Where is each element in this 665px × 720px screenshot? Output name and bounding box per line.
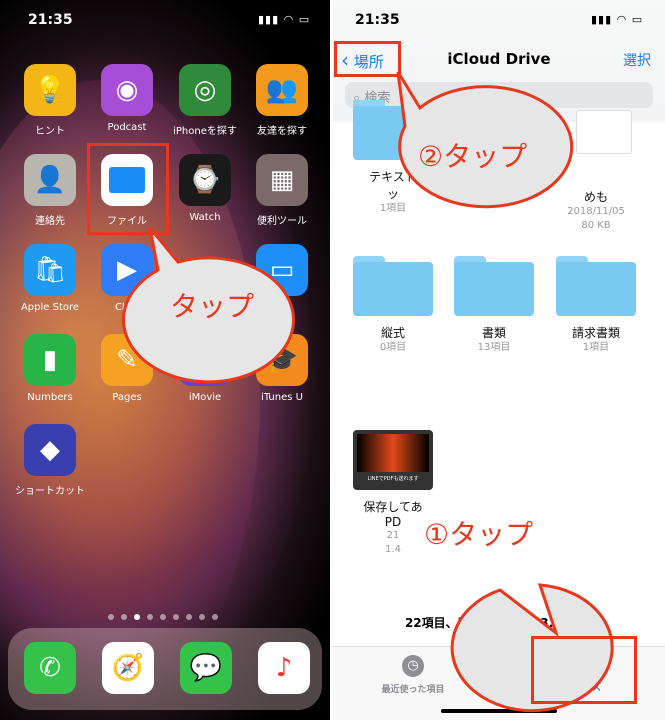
app-contacts[interactable]: 👤 連絡先 <box>15 154 85 227</box>
file-item[interactable]: 縦式 0項目 <box>343 256 443 355</box>
highlight-back-button <box>334 41 401 77</box>
app-chart[interactable]: ▮ Numbers <box>15 334 85 403</box>
file-name: 請求書類 <box>571 326 620 340</box>
files-app: 21:35 ▮▮▮ ◠ ▭ ‹ 場所 iCloud Drive 選択 ⌕ 検索 … <box>333 0 665 720</box>
folder-icon <box>353 256 433 316</box>
file-size: 80 KB <box>581 220 611 231</box>
tab-recents[interactable]: ◷ 最近使った項目 <box>343 655 483 695</box>
file-name-line2: ッ <box>386 187 399 201</box>
app-folder-group[interactable]: ▦ 便利ツール <box>247 154 317 227</box>
pdf-thumbnail: LINEでPDFも送れます <box>353 430 433 490</box>
lightbulb-icon: 💡 <box>24 64 76 116</box>
app-shortcuts[interactable]: ◆ ショートカット <box>15 424 85 497</box>
app-label: ショートカット <box>15 486 85 497</box>
callout-text-bottom: ①タップ <box>424 518 534 551</box>
keynote-icon: ▭ <box>256 244 308 296</box>
folder-group-icon: ▦ <box>256 154 308 206</box>
clock-icon: ◷ <box>402 655 424 677</box>
folder-icon <box>353 100 433 160</box>
friends-icon: 👥 <box>256 64 308 116</box>
camera-icon: ▶ <box>101 244 153 296</box>
app-radar[interactable]: ◎ iPhoneを探す <box>170 64 240 137</box>
app-label: Podcast <box>107 122 147 133</box>
app-label: iMovie <box>188 392 222 403</box>
app-label: iPhoneを探す <box>173 126 237 137</box>
file-name: 書類 <box>481 326 506 340</box>
app-label: Numbers <box>27 392 73 403</box>
music-icon[interactable]: ♪ <box>258 642 310 694</box>
file-meta: 13項目 <box>477 342 511 353</box>
app-label: Pages <box>112 392 142 403</box>
status-icons: ▮▮▮ ◠ ▭ <box>258 13 311 26</box>
tab-label: 最近使った項目 <box>381 685 445 695</box>
highlight-browse-tab <box>531 636 637 704</box>
file-meta: 2018/11/05 <box>567 206 625 217</box>
cap-icon: 🎓 <box>256 334 308 386</box>
podcast-icon: ◉ <box>101 64 153 116</box>
phone-icon[interactable]: ✆ <box>24 642 76 694</box>
app-label: Watch <box>189 212 221 223</box>
app-cap[interactable]: 🎓 iTunes U <box>247 334 317 403</box>
status-icons: ▮▮▮ ◠ ▭ <box>591 13 644 26</box>
pen-icon: ✎ <box>101 334 153 386</box>
app-keynote[interactable]: ▭ <box>247 244 317 302</box>
app-friends[interactable]: 👥 友達を探す <box>247 64 317 137</box>
app-label: Clips <box>114 302 140 313</box>
app-label: Apple Store <box>20 302 80 313</box>
folder-icon <box>556 256 636 316</box>
file-name: めも <box>583 190 608 204</box>
page-indicator[interactable] <box>108 614 218 620</box>
file-item[interactable]: 書類 13項目 <box>444 256 544 355</box>
app-label: 友達を探す <box>257 126 307 137</box>
document-icon <box>556 110 636 180</box>
app-camera[interactable]: ▶ Clips <box>92 244 162 313</box>
app-label: ヒント <box>35 126 65 137</box>
watch-icon: ⌚ <box>179 154 231 206</box>
file-meta: 0項目 <box>379 342 407 353</box>
app-pen[interactable]: ✎ Pages <box>92 334 162 403</box>
app-bag[interactable]: 🛍 Apple Store <box>15 244 85 313</box>
callout-text-left: タップ <box>170 290 255 323</box>
home-indicator <box>441 709 557 713</box>
bag-icon: 🛍 <box>24 244 76 296</box>
app-podcast[interactable]: ◉ Podcast <box>92 64 162 133</box>
contacts-icon: 👤 <box>24 154 76 206</box>
home-screen: 21:35 ▮▮▮ ◠ ▭ 💡 ヒント ◉ Podcast ◎ iPhoneを探す 👥 友達を… <box>0 0 330 720</box>
radar-icon: ◎ <box>179 64 231 116</box>
app-label: 便利ツール <box>257 216 307 227</box>
app-label: 連絡先 <box>35 216 65 227</box>
file-meta: 1項目 <box>379 203 407 214</box>
select-button[interactable]: 選択 <box>623 50 651 70</box>
shortcuts-icon: ◆ <box>24 424 76 476</box>
app-watch[interactable]: ⌚ Watch <box>170 154 240 223</box>
messages-icon[interactable]: 💬 <box>180 642 232 694</box>
status-time: 21:35 <box>28 12 73 28</box>
status-time: 21:35 <box>355 12 400 28</box>
file-item[interactable]: 請求書類 1項目 <box>546 256 646 355</box>
app-star[interactable]: ★ iMovie <box>170 334 240 403</box>
chart-icon: ▮ <box>24 334 76 386</box>
file-name: 縦式 <box>380 326 405 340</box>
dock: ✆ 🧭 💬 ♪ <box>8 628 322 710</box>
file-item[interactable]: めも 2018/11/05 80 KB <box>546 110 646 233</box>
folder-icon <box>454 100 534 160</box>
app-label: iTunes U <box>261 392 303 403</box>
file-meta: 1項目 <box>582 342 610 353</box>
storage-footer: 22項目、iCloudの空き 3.93 GB <box>404 616 594 630</box>
highlight-files-app <box>87 143 169 235</box>
safari-icon[interactable]: 🧭 <box>102 642 154 694</box>
star-icon: ★ <box>179 334 231 386</box>
callout-text-top: ②タップ <box>418 140 528 173</box>
folder-icon <box>454 256 534 316</box>
app-lightbulb[interactable]: 💡 ヒント <box>15 64 85 137</box>
